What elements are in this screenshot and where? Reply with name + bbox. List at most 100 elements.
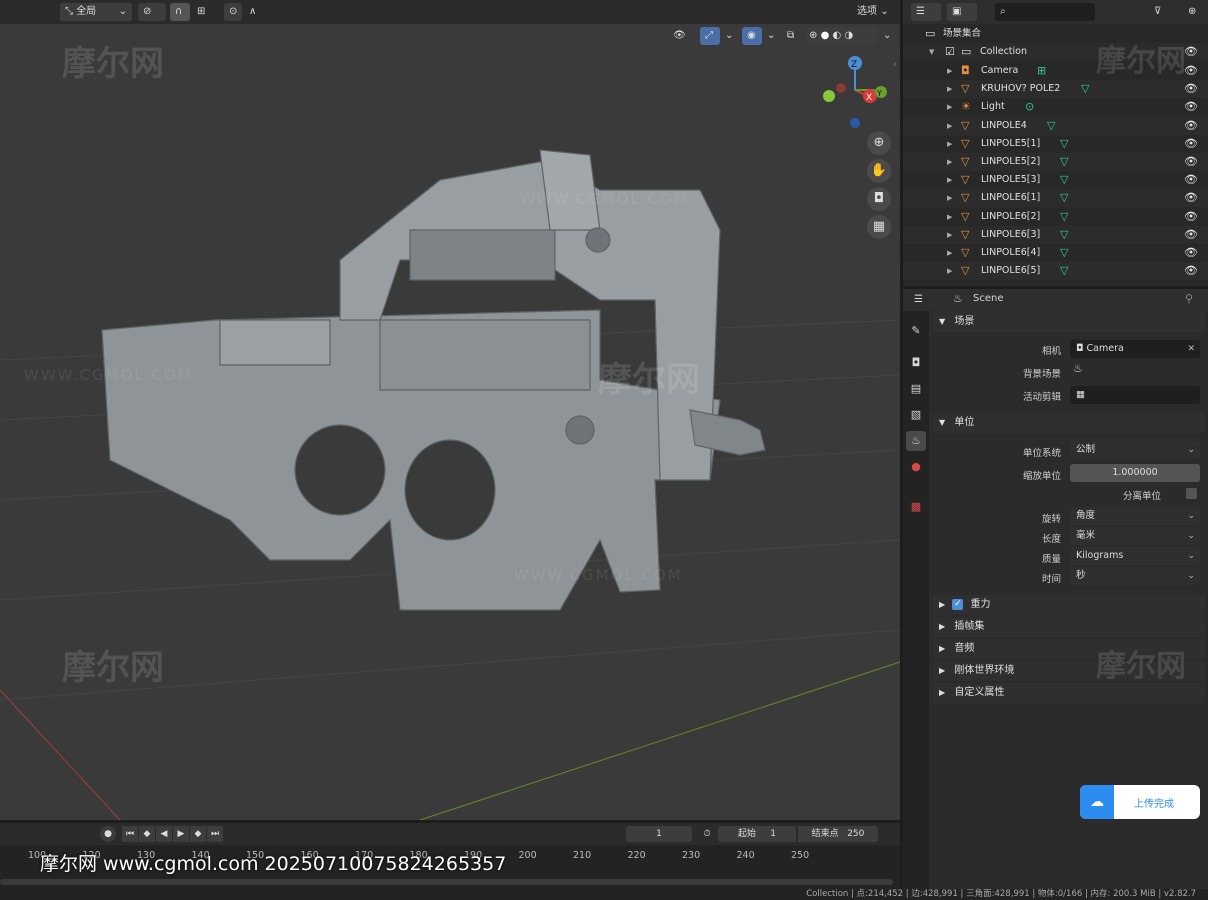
unit-system-dropdown[interactable]: 公制 ⌄ [1070, 441, 1200, 459]
output-tab[interactable]: ▤ [906, 379, 926, 399]
visibility-eye-icon[interactable]: 👁 [1184, 189, 1198, 207]
mesh-data-icon[interactable]: ▽ [1060, 135, 1068, 153]
next-keyframe-button[interactable]: ◆ [190, 826, 206, 842]
options-dropdown[interactable]: 选项 ⌄ [852, 3, 896, 21]
display-mode-dropdown[interactable]: ☰ [911, 3, 941, 21]
mesh-data-icon[interactable]: ▽ [1060, 262, 1068, 280]
overlays-toggle-button[interactable]: ◉ [742, 27, 762, 45]
outliner-item[interactable]: ▶ ▽ LINPOLE5[1] ▽ 👁 [903, 135, 1208, 153]
outliner-item[interactable]: ▶ ▽ LINPOLE6[4] ▽ 👁 [903, 244, 1208, 262]
collapsed-arrow-icon[interactable]: ▶ [947, 171, 952, 189]
visibility-eye-icon[interactable]: 👁 [1184, 80, 1198, 98]
outliner-search-input[interactable]: ⌕ [995, 3, 1095, 21]
visibility-dropdown[interactable]: 👁 [668, 27, 696, 45]
visibility-eye-icon[interactable]: 👁 [1184, 117, 1198, 135]
visibility-eye-icon[interactable]: 👁 [1184, 244, 1198, 262]
mesh-data-icon[interactable]: ▽ [1060, 244, 1068, 262]
mesh-data-icon[interactable]: ▽ [1060, 153, 1068, 171]
transform-pivot-dropdown[interactable]: ⤡ 全局 ⌄ [60, 3, 132, 21]
outliner-item[interactable]: ▶ ☀ Light ⊙ 👁 [903, 98, 1208, 116]
clear-icon[interactable]: ✕ [1187, 340, 1195, 358]
snap-toggle-button[interactable]: ∩ [170, 3, 190, 21]
collapsed-arrow-icon[interactable]: ▶ [947, 153, 952, 171]
wireframe-shading-icon[interactable]: ⊕ [809, 30, 817, 41]
mesh-data-icon[interactable]: ▽ [1060, 189, 1068, 207]
texture-tab[interactable]: ▩ [906, 497, 926, 517]
collapsed-arrow-icon[interactable]: ▶ [947, 98, 952, 116]
collapsed-arrow-icon[interactable]: ▶ [947, 189, 952, 207]
pin-icon[interactable]: ⚲ [1185, 292, 1193, 305]
mesh-data-icon[interactable]: ▽ [1060, 208, 1068, 226]
filter-dropdown[interactable]: ⊽ [1149, 3, 1177, 21]
render-tab[interactable]: ◘ [906, 353, 926, 373]
snap-increment-dropdown[interactable]: ⊞ [192, 3, 218, 21]
visibility-eye-icon[interactable]: 👁 [1184, 226, 1198, 244]
visibility-eye-icon[interactable]: 👁 [1184, 98, 1198, 116]
outliner-item[interactable]: ▶ ▽ LINPOLE6[1] ▽ 👁 [903, 189, 1208, 208]
viewport-canvas[interactable]: Z X Y [0, 0, 900, 820]
camera-view-button[interactable]: ◘ [867, 187, 891, 211]
unit-scale-field[interactable]: 1.000000 [1070, 464, 1200, 482]
visibility-eye-icon[interactable]: 👁 [1184, 62, 1198, 80]
start-frame-field[interactable]: 起始 1 [718, 826, 796, 842]
tool-tab[interactable]: ✎ [906, 321, 926, 341]
mesh-data-icon[interactable]: ▽ [1060, 171, 1068, 189]
separate-units-checkbox[interactable] [1186, 488, 1197, 499]
editor-type-dropdown[interactable]: ☰ [909, 291, 939, 309]
view-layer-tab[interactable]: ▧ [906, 405, 926, 425]
stopwatch-icon[interactable]: ⏱ [698, 826, 716, 842]
shading-dropdown[interactable]: ⌄ [878, 27, 892, 45]
rotation-dropdown[interactable]: 角度 ⌄ [1070, 507, 1200, 525]
scene-tab[interactable]: ♨ [906, 431, 926, 451]
length-dropdown[interactable]: 毫米 ⌄ [1070, 527, 1200, 545]
collapsed-arrow-icon[interactable]: ▶ [947, 117, 952, 135]
outliner-item[interactable]: ▶ ▽ LINPOLE6[5] ▽ 👁 [903, 262, 1208, 281]
background-scene-selector[interactable]: ♨ [1073, 362, 1083, 375]
outliner-panel[interactable]: ☰ ▣ ⌕ ⊽ ⊕ ▭ 场景集合 ▼ ☑ ▭ Collection 👁 ▶ ◘ Ca… [903, 0, 1208, 286]
gravity-section-header[interactable]: ▶ ✓ 重力 [933, 595, 1205, 615]
pan-button[interactable]: ✋ [867, 159, 891, 183]
mesh-data-icon[interactable]: ▽ [1060, 226, 1068, 244]
timeline-scrollbar[interactable] [0, 879, 893, 885]
play-reverse-button[interactable]: ◀ [156, 826, 172, 842]
mesh-data-icon[interactable]: ▽ [1047, 117, 1055, 135]
active-clip-field[interactable]: ▦ [1070, 386, 1200, 404]
end-frame-field[interactable]: 结束点 250 [798, 826, 878, 842]
filter-type-dropdown[interactable]: ▣ [947, 3, 977, 21]
outliner-item[interactable]: ▶ ▽ LINPOLE5[2] ▽ 👁 [903, 153, 1208, 171]
jump-start-button[interactable]: ⏮ [122, 826, 138, 842]
perspective-toggle-button[interactable]: ▦ [867, 215, 891, 239]
time-dropdown[interactable]: 秒 ⌄ [1070, 567, 1200, 585]
play-button[interactable]: ▶ [173, 826, 189, 842]
upload-complete-badge[interactable]: ☁ 上传完成 [1080, 785, 1200, 819]
outliner-item[interactable]: ▶ ▽ KRUHOV? POLE2 ▽ 👁 [903, 80, 1208, 99]
outliner-item[interactable]: ▶ ▽ LINPOLE6[3] ▽ 👁 [903, 225, 1208, 244]
gizmo-dropdown[interactable]: ⌄ [720, 27, 734, 45]
visibility-eye-icon[interactable]: 👁 [1184, 135, 1198, 153]
units-section-header[interactable]: ▼ 单位 [933, 413, 1205, 433]
light-data-icon[interactable]: ⊙ [1025, 98, 1034, 116]
visibility-eye-icon[interactable]: 👁 [1184, 153, 1198, 171]
world-tab[interactable]: ● [906, 457, 926, 477]
camera-data-icon[interactable]: ⊞ [1037, 62, 1046, 80]
collapsed-arrow-icon[interactable]: ▶ [947, 80, 952, 98]
zoom-button[interactable]: ⊕ [867, 131, 891, 155]
falloff-dropdown[interactable]: ∧ [244, 3, 272, 21]
collapsed-arrow-icon[interactable]: ▶ [947, 135, 952, 153]
solid-shading-icon[interactable]: ● [821, 30, 830, 41]
shading-mode-selector[interactable]: ⊕ ● ◐ ◑ [806, 27, 876, 45]
record-button[interactable]: ● [100, 826, 116, 842]
visibility-eye-icon[interactable]: 👁 [1184, 262, 1198, 280]
3d-viewport[interactable]: Z X Y ⤡ 全局 ⌄ ⊘ ∩ ⊞ ⊙ ∧ 选项 ⌄ 👁 ⤢ ⌄ ◉ ⌄ ⧉ … [0, 0, 900, 820]
proportional-editing-button[interactable]: ⊙ [224, 3, 242, 21]
outliner-item[interactable]: ▶ ▽ LINPOLE6[2] ▽ 👁 [903, 208, 1208, 226]
custom-properties-section-header[interactable]: ▶ 自定义属性 [933, 683, 1205, 703]
snap-target-dropdown[interactable]: ⊘ [138, 3, 166, 21]
mass-dropdown[interactable]: Kilograms ⌄ [1070, 547, 1200, 565]
outliner-item[interactable]: ▶ ▽ LINPOLE5[3] ▽ 👁 [903, 171, 1208, 189]
visibility-eye-icon[interactable]: 👁 [1184, 43, 1198, 61]
rendered-shading-icon[interactable]: ◑ [844, 30, 853, 41]
collapsed-arrow-icon[interactable]: ▶ [947, 208, 952, 226]
visibility-eye-icon[interactable]: 👁 [1184, 171, 1198, 189]
keying-sets-section-header[interactable]: ▶ 插帧集 [933, 617, 1205, 637]
